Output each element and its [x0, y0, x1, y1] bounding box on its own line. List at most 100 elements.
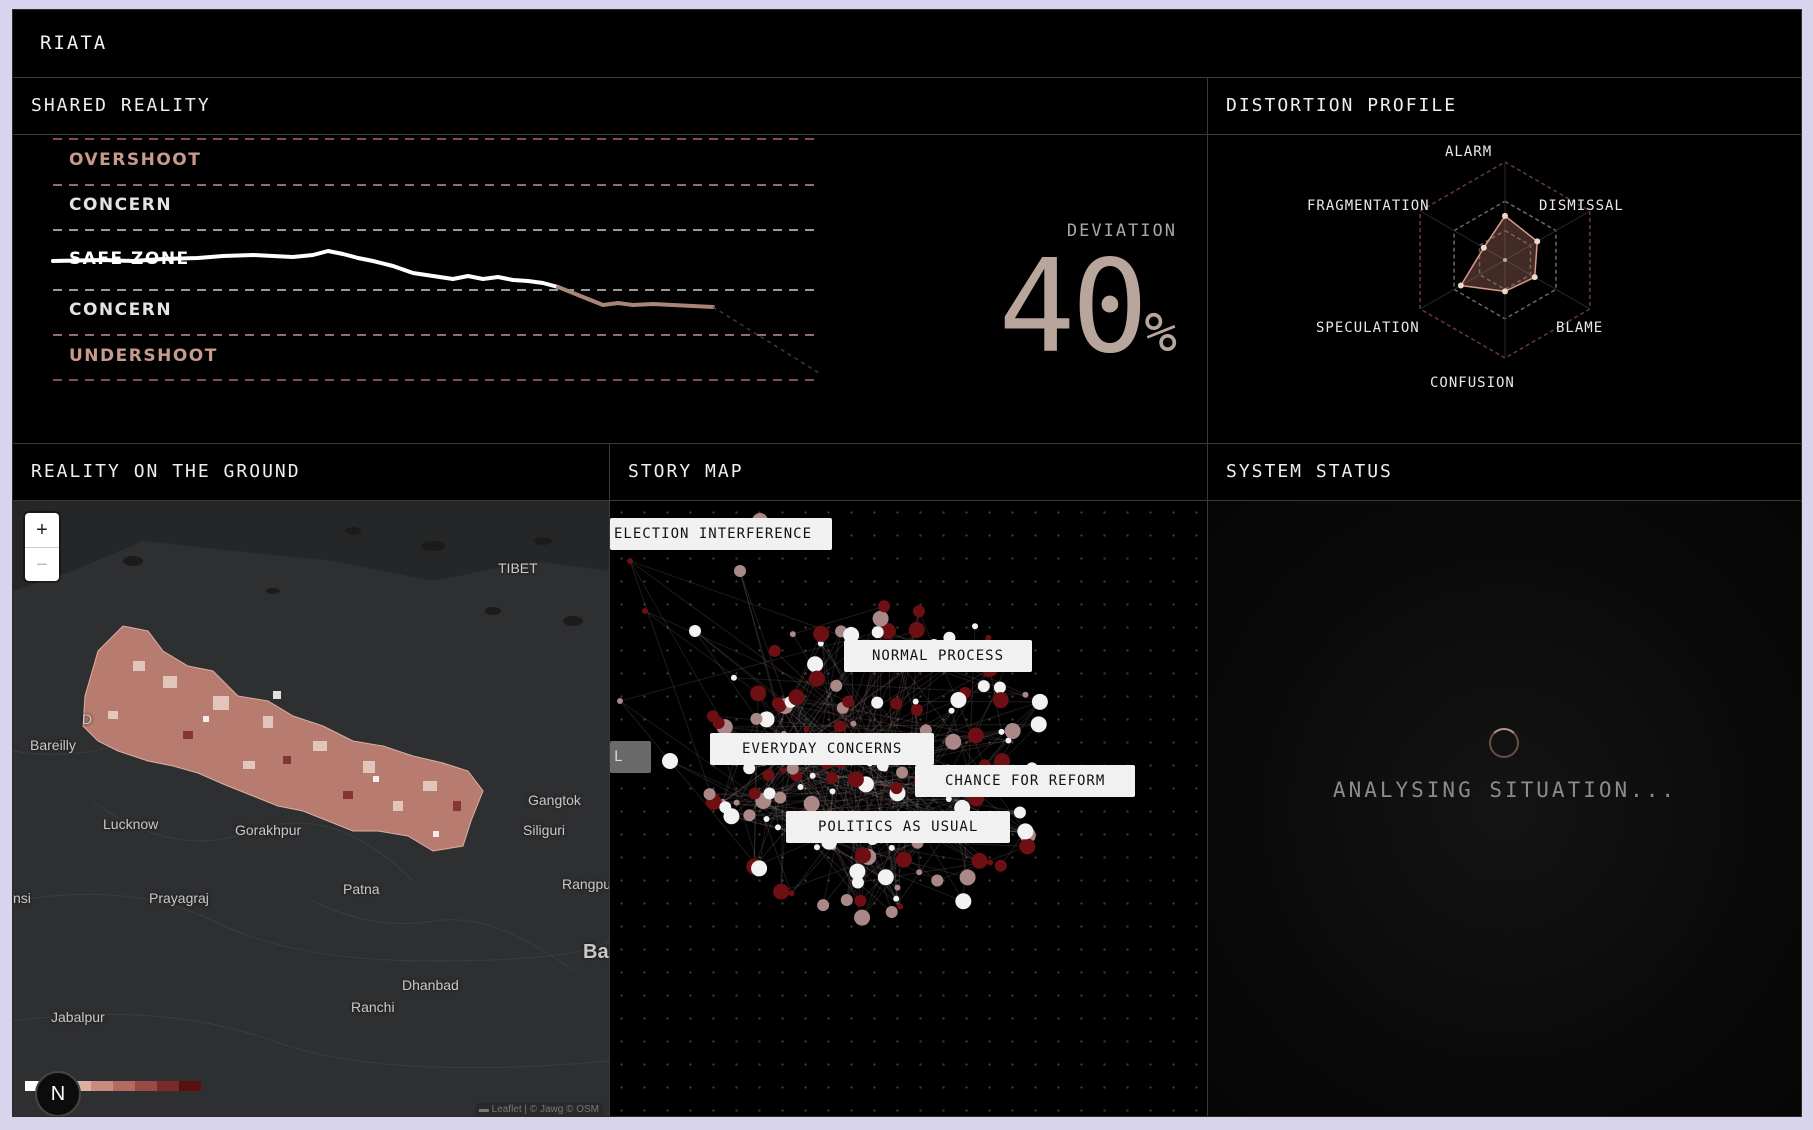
network-node [813, 844, 820, 851]
network-node [817, 899, 830, 912]
distortion-radar-chart [1419, 161, 1591, 359]
network-node [771, 697, 784, 710]
legend-swatch [113, 1081, 135, 1091]
panel-title: DISTORTION PROFILE [1226, 95, 1458, 116]
map-label-jabalpur: Jabalpur [51, 1009, 105, 1025]
map-label-gorakhpur: Gorakhpur [235, 822, 302, 838]
network-node [894, 884, 901, 891]
network-node [642, 608, 648, 614]
loading-spinner-icon [1489, 728, 1519, 758]
network-node [789, 631, 796, 638]
network-node [833, 720, 846, 733]
zoom-in-button[interactable]: + [25, 513, 59, 547]
story-tag-normal-process[interactable]: NORMAL PROCESS [844, 640, 1033, 672]
panel-header: SHARED REALITY [13, 78, 1207, 135]
story-tag-chance-for-reform[interactable]: CHANCE FOR REFORM [915, 765, 1136, 797]
network-node [829, 788, 836, 795]
network-node [890, 697, 903, 710]
story-tag-politics-as-usual[interactable]: POLITICS AS USUAL [786, 811, 1011, 843]
app-window: RIATA SHARED REALITY OVERSHOOT CONCERN S… [12, 9, 1802, 1117]
radar-point-blame [1531, 274, 1538, 281]
panel-title: SHARED REALITY [31, 95, 211, 116]
network-node [967, 727, 984, 744]
panel-title: REALITY ON THE GROUND [31, 461, 301, 482]
network-node [871, 696, 884, 709]
network-node [703, 788, 716, 801]
network-node [881, 765, 888, 772]
network-node [893, 895, 900, 902]
network-node [788, 689, 805, 706]
legend-swatch [91, 1081, 113, 1091]
network-node [617, 698, 623, 704]
radar-axis-dismissal: DISMISSAL [1539, 198, 1624, 214]
network-node [912, 698, 919, 705]
legend-swatch [157, 1081, 179, 1091]
network-node [1017, 823, 1034, 840]
network-node [750, 685, 767, 702]
map-label-tibet: TIBET [498, 560, 538, 576]
network-node [762, 769, 775, 782]
network-node [830, 679, 843, 692]
map-label-dhanbad: Dhanbad [402, 977, 459, 993]
network-node [762, 800, 769, 807]
network-node [916, 869, 923, 876]
network-node [971, 852, 988, 869]
network-node [897, 903, 904, 910]
network-node [847, 771, 864, 788]
network-node [850, 720, 857, 727]
network-node [1030, 716, 1047, 733]
zone-label-overshoot: OVERSHOOT [65, 150, 206, 170]
story-network-graph[interactable]: ELECTION INTERFERENCE NORMAL PROCESS EVE… [610, 501, 1207, 1116]
zone-label-concern-upper: CONCERN [65, 195, 177, 215]
network-node [763, 816, 770, 823]
radar-point-speculation [1457, 282, 1464, 289]
story-tag-election-interference[interactable]: ELECTION INTERFERENCE [610, 518, 832, 550]
network-node [1013, 806, 1026, 819]
network-node [908, 621, 925, 638]
legend-swatch [135, 1081, 157, 1091]
network-node [803, 726, 810, 733]
network-node [774, 791, 787, 804]
network-node [730, 674, 737, 681]
network-node [1031, 693, 1048, 710]
network-node [890, 782, 903, 795]
status-message: ANALYSING SITUATION... [1332, 778, 1678, 802]
radar-axis-alarm: ALARM [1445, 144, 1493, 160]
panel-title: STORY MAP [628, 461, 744, 482]
network-node [993, 681, 1006, 694]
map-label-ba: Ba [583, 941, 609, 963]
map-attribution[interactable]: ▬ Leaflet | © Jawg © OSM [474, 1103, 603, 1116]
zoom-control: + − [25, 513, 59, 581]
network-node [977, 680, 990, 693]
network-node [945, 733, 962, 750]
app-title: RIATA [40, 32, 108, 54]
zoom-out-button[interactable]: − [25, 547, 59, 582]
radar-point-confusion [1502, 288, 1508, 295]
network-node [888, 844, 895, 851]
network-node [972, 623, 979, 630]
panel-header: DISTORTION PROFILE [1208, 78, 1801, 135]
story-tag-everyday-concerns[interactable]: EVERYDAY CONCERNS [710, 733, 935, 765]
network-node [788, 890, 795, 897]
network-node [719, 801, 732, 814]
map-label-d: D [82, 711, 93, 727]
network-node [1019, 838, 1036, 855]
network-node [797, 784, 804, 791]
compass-icon[interactable]: N [35, 1071, 81, 1116]
radar-axis-fragmentation: FRAGMENTATION [1307, 198, 1430, 214]
network-node [994, 859, 1007, 872]
network-node [743, 809, 756, 822]
network-node [627, 558, 633, 564]
story-tag-partial[interactable]: L [610, 741, 651, 773]
map-label-gangtok: Gangtok [528, 792, 581, 808]
trend-line-projection [712, 306, 820, 374]
network-node [1004, 723, 1021, 740]
radar-value-area [1459, 214, 1539, 293]
network-node [748, 787, 761, 800]
panel-header: SYSTEM STATUS [1208, 444, 1801, 501]
choropleth-map[interactable]: TIBET Bareilly Lucknow Gorakhpur Gangtok… [13, 501, 609, 1116]
map-label-ranchi: Ranchi [351, 999, 395, 1015]
network-node [992, 692, 1009, 709]
network-node [896, 766, 909, 779]
network-node [895, 851, 912, 868]
